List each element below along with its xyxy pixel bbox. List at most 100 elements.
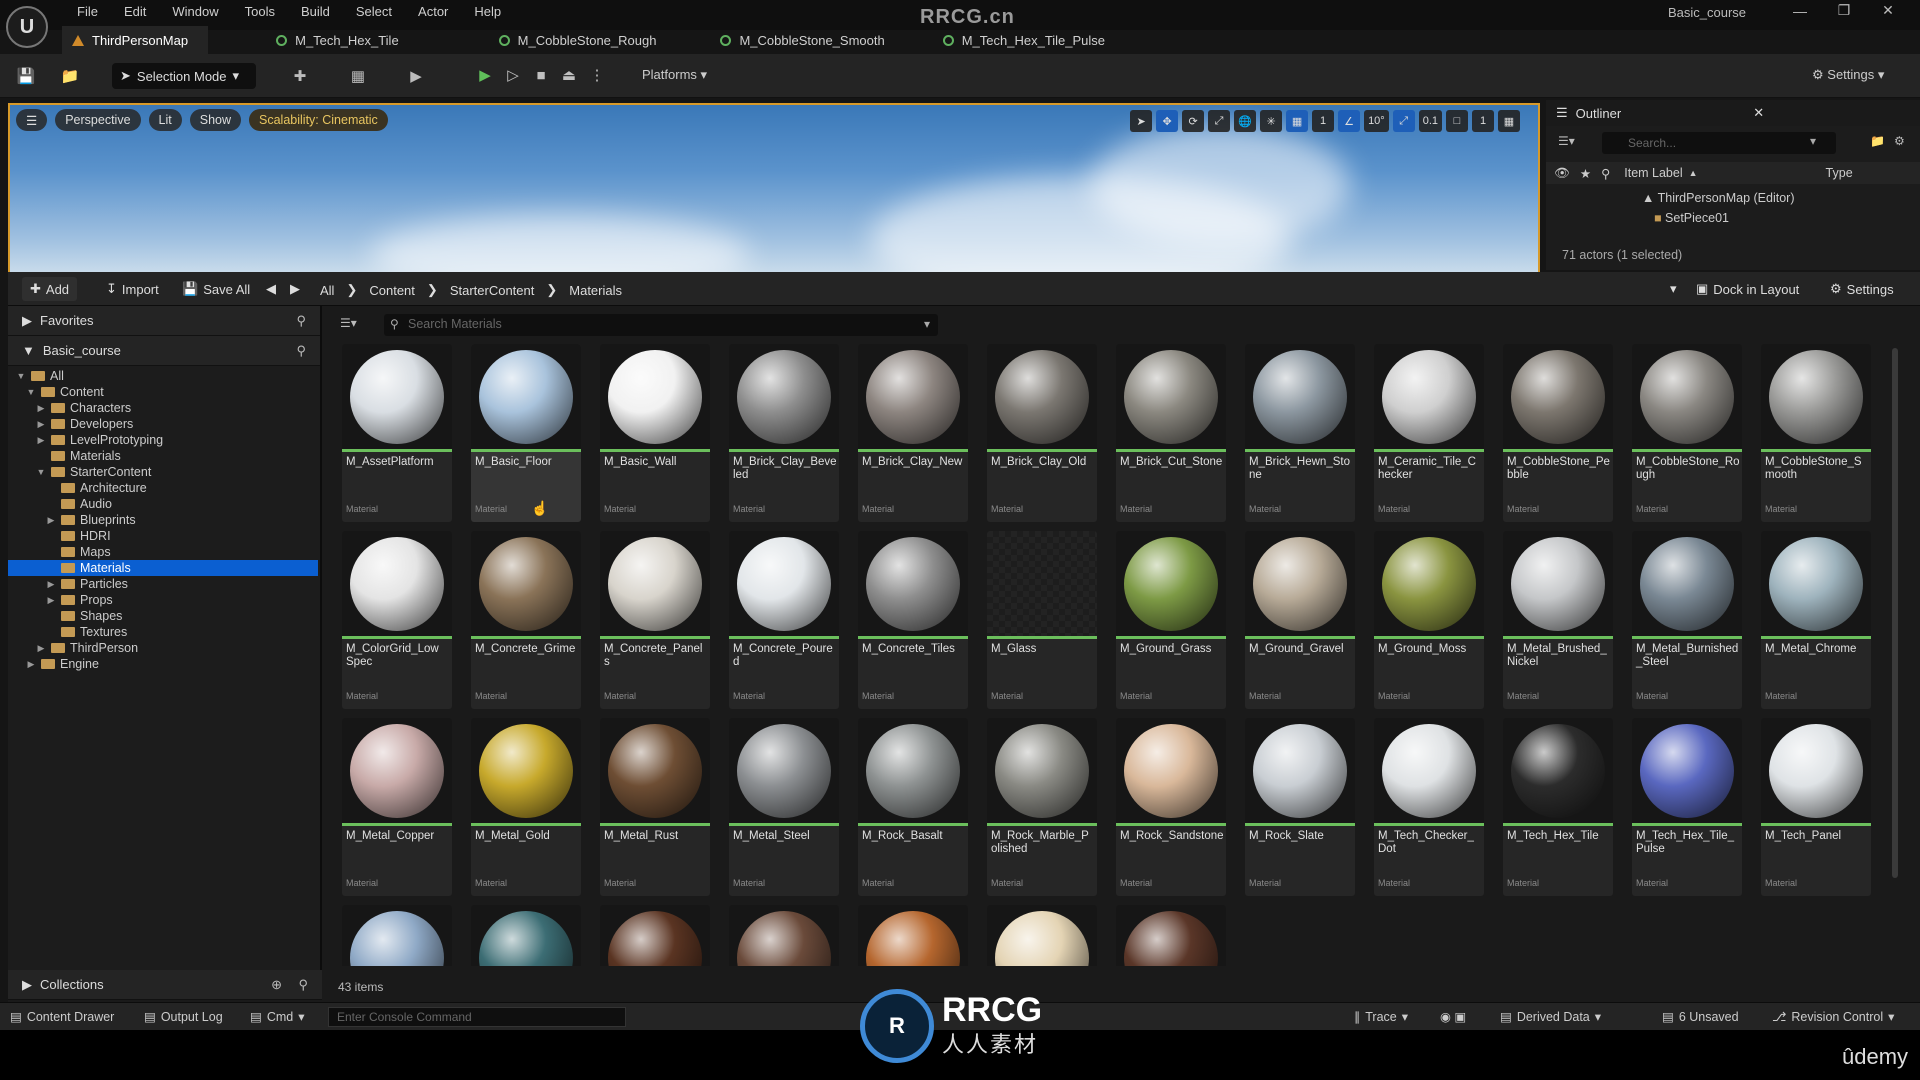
asset-tile[interactable]: M_Concrete_Tiles Material bbox=[858, 531, 968, 709]
asset-tile[interactable] bbox=[471, 905, 581, 966]
show-button[interactable]: Show bbox=[189, 109, 242, 131]
outliner-tab[interactable]: ☰ Outliner ✕ bbox=[1546, 100, 1920, 126]
asset-tile[interactable]: M_Metal_Rust Material bbox=[600, 718, 710, 896]
asset-tile[interactable] bbox=[729, 905, 839, 966]
asset-tile[interactable]: M_Brick_Clay_New Material bbox=[858, 344, 968, 522]
type-column[interactable]: Type bbox=[1826, 166, 1853, 180]
asset-tile[interactable]: M_Brick_Hewn_Stone Material bbox=[1245, 344, 1355, 522]
rotate-tool-icon[interactable]: ⟳ bbox=[1182, 110, 1205, 132]
more-icon[interactable]: ⋮ bbox=[586, 64, 608, 86]
add-button[interactable]: ✚ Add bbox=[22, 277, 78, 301]
tab-thirdpersonmap[interactable]: ThirdPersonMap bbox=[62, 26, 209, 54]
asset-tile[interactable]: M_Brick_Clay_Old Material bbox=[987, 344, 1097, 522]
filter-icon[interactable]: ☰▾ bbox=[1558, 134, 1575, 148]
add-folder-icon[interactable]: 📁 bbox=[1870, 134, 1885, 148]
star-icon[interactable]: ★ bbox=[1580, 166, 1591, 181]
minimize-icon[interactable]: — bbox=[1778, 3, 1822, 19]
tree-node[interactable]: Shapes bbox=[8, 608, 320, 624]
tab-m-cobblestone-rough[interactable]: M_CobbleStone_Rough bbox=[489, 26, 677, 54]
tree-node[interactable]: ▶ Characters bbox=[8, 400, 320, 416]
asset-tile[interactable]: M_CobbleStone_Rough Material bbox=[1632, 344, 1742, 522]
tab-m-cobblestone-smooth[interactable]: M_CobbleStone_Smooth bbox=[710, 26, 904, 54]
tree-node[interactable]: Maps bbox=[8, 544, 320, 560]
stop-icon[interactable]: ■ bbox=[530, 64, 552, 86]
tree-node[interactable]: ▶ LevelPrototyping bbox=[8, 432, 320, 448]
cinematics-icon[interactable]: ▶ bbox=[404, 64, 428, 88]
camera-speed-icon[interactable]: □ bbox=[1446, 110, 1468, 132]
asset-tile[interactable]: M_AssetPlatform Material bbox=[342, 344, 452, 522]
item-label-column[interactable]: Item Label bbox=[1624, 166, 1682, 180]
asset-grid-scrollbar[interactable] bbox=[1892, 348, 1898, 878]
outliner-search-input[interactable]: Search... bbox=[1602, 132, 1836, 154]
asset-tile[interactable]: M_Metal_Copper Material bbox=[342, 718, 452, 896]
dock-in-layout-button[interactable]: ▣ Dock in Layout bbox=[1688, 277, 1807, 301]
collections-header[interactable]: ▶ Collections ⊕ ⚲ bbox=[8, 970, 322, 1000]
cmd-dropdown[interactable]: ▤ Cmd ▾ bbox=[250, 1009, 305, 1025]
breadcrumb-all[interactable]: All bbox=[320, 283, 334, 298]
menu-select[interactable]: Select bbox=[343, 1, 405, 23]
scale-snap-icon[interactable]: ⤢ bbox=[1392, 110, 1415, 132]
tree-node[interactable]: ▼ Content bbox=[8, 384, 320, 400]
asset-tile[interactable] bbox=[342, 905, 452, 966]
asset-tile[interactable]: M_Rock_Marble_Polished Material bbox=[987, 718, 1097, 896]
tree-node[interactable]: ▶ Blueprints bbox=[8, 512, 320, 528]
tree-node[interactable]: ▼ All bbox=[8, 368, 320, 384]
asset-tile[interactable]: M_Tech_Panel Material bbox=[1761, 718, 1871, 896]
asset-tile[interactable]: M_Ground_Moss Material bbox=[1374, 531, 1484, 709]
asset-tile[interactable]: M_Concrete_Poured Material bbox=[729, 531, 839, 709]
save-all-button[interactable]: 💾 Save All bbox=[174, 277, 258, 301]
asset-tile[interactable]: M_Metal_Gold Material bbox=[471, 718, 581, 896]
asset-tile[interactable] bbox=[600, 905, 710, 966]
layout-icon[interactable]: ▦ bbox=[1498, 110, 1520, 132]
back-icon[interactable]: ◀ bbox=[258, 277, 284, 301]
forward-icon[interactable]: ▶ bbox=[282, 277, 308, 301]
search-materials-input[interactable]: ⚲ Search Materials ▾ bbox=[384, 314, 938, 336]
filter-icon[interactable]: ☰▾ bbox=[340, 316, 357, 330]
tree-node[interactable]: Textures bbox=[8, 624, 320, 640]
outliner-row[interactable]: ▲ ThirdPersonMap (Editor) bbox=[1546, 188, 1920, 208]
search-icon[interactable]: ⚲ bbox=[298, 977, 308, 993]
tree-node[interactable]: HDRI bbox=[8, 528, 320, 544]
asset-tile[interactable] bbox=[987, 905, 1097, 966]
unreal-logo-icon[interactable]: U bbox=[6, 6, 48, 48]
asset-tile[interactable]: M_ColorGrid_Low Spec Material bbox=[342, 531, 452, 709]
menu-build[interactable]: Build bbox=[288, 1, 343, 23]
eject-icon[interactable]: ⏏ bbox=[558, 64, 580, 86]
chevron-right-icon[interactable]: ▶ bbox=[46, 576, 56, 592]
tree-node[interactable]: ▶ Engine bbox=[8, 656, 320, 672]
content-drawer-button[interactable]: ▤ Content Drawer bbox=[10, 1009, 114, 1025]
asset-tile[interactable]: M_Rock_Slate Material bbox=[1245, 718, 1355, 896]
selection-mode-dropdown[interactable]: ➤ Selection Mode ▾ bbox=[112, 63, 256, 89]
asset-tile[interactable]: M_Concrete_Panels Material bbox=[600, 531, 710, 709]
tree-node[interactable]: ▶ ThirdPerson bbox=[8, 640, 320, 656]
asset-tile[interactable]: M_CobbleStone_Smooth Material bbox=[1761, 344, 1871, 522]
pin-icon[interactable]: ⚲ bbox=[1601, 166, 1610, 181]
tab-m-tech-hex-tile-pulse[interactable]: M_Tech_Hex_Tile_Pulse bbox=[933, 26, 1125, 54]
asset-tile[interactable]: M_Basic_Floor Material ☝ bbox=[471, 344, 581, 522]
outliner-row[interactable]: ■ SetPiece01 bbox=[1546, 208, 1920, 228]
asset-tile[interactable]: M_Tech_Checker_Dot Material bbox=[1374, 718, 1484, 896]
asset-tile[interactable]: M_Metal_Steel Material bbox=[729, 718, 839, 896]
add-collection-icon[interactable]: ⊕ bbox=[271, 977, 282, 993]
play-icon[interactable]: ▶ bbox=[474, 64, 496, 86]
camera-speed-value[interactable]: 1 bbox=[1472, 110, 1494, 132]
settings-dropdown[interactable]: ⚙ Settings ▾ bbox=[1812, 67, 1884, 83]
restore-icon[interactable]: ❐ bbox=[1822, 2, 1866, 19]
lit-button[interactable]: Lit bbox=[148, 109, 182, 131]
chevron-right-icon[interactable]: ▶ bbox=[36, 640, 46, 656]
asset-tile[interactable]: M_Brick_Clay_Beveled Material bbox=[729, 344, 839, 522]
add-actor-icon[interactable]: ✚ bbox=[288, 64, 312, 88]
asset-tile[interactable] bbox=[1116, 905, 1226, 966]
search-icon[interactable]: ⚲ bbox=[296, 313, 306, 329]
tree-node[interactable]: Materials bbox=[8, 448, 320, 464]
record-icon[interactable]: ◉ ▣ bbox=[1440, 1009, 1466, 1024]
step-icon[interactable]: ▷ bbox=[502, 64, 524, 86]
chevron-right-icon[interactable]: ▶ bbox=[46, 592, 56, 608]
asset-tile[interactable]: M_Basic_Wall Material bbox=[600, 344, 710, 522]
viewport-menu-button[interactable]: ☰ bbox=[16, 109, 48, 131]
menu-help[interactable]: Help bbox=[461, 1, 514, 23]
chevron-down-icon[interactable]: ▼ bbox=[16, 368, 26, 384]
chevron-down-icon[interactable]: ▼ bbox=[36, 464, 46, 480]
translate-tool-icon[interactable]: ✥ bbox=[1156, 110, 1179, 132]
close-icon[interactable]: ✕ bbox=[1866, 2, 1910, 19]
